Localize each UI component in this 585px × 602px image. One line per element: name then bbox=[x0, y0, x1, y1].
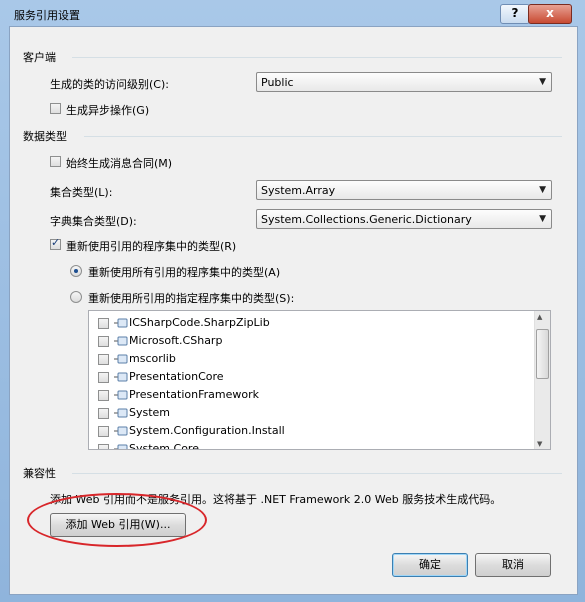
assembly-name: PresentationCore bbox=[129, 370, 224, 383]
list-item[interactable]: System.Configuration.Install bbox=[89, 423, 529, 441]
group-divider-client bbox=[72, 57, 562, 58]
assembly-icon bbox=[114, 408, 128, 418]
list-item[interactable]: System.Core bbox=[89, 441, 529, 450]
collection-type-value: System.Array bbox=[261, 184, 336, 197]
list-item[interactable]: ICSharpCode.SharpZipLib bbox=[89, 315, 529, 333]
ok-button[interactable]: 确定 bbox=[392, 553, 468, 577]
assembly-name: mscorlib bbox=[129, 352, 176, 365]
assembly-name: System bbox=[129, 406, 171, 419]
assembly-checkbox[interactable] bbox=[98, 318, 109, 329]
scroll-up-icon[interactable]: ▲ bbox=[537, 313, 542, 321]
title-bar[interactable]: 服务引用设置 ? x bbox=[0, 0, 585, 26]
chevron-down-icon: ▼ bbox=[539, 185, 546, 195]
access-level-value: Public bbox=[261, 76, 294, 89]
dialog-client-area: 客户端 生成的类的访问级别(C): Public ▼ 生成异步操作(G) 数据类… bbox=[9, 26, 578, 595]
dialog-window: 服务引用设置 ? x 客户端 生成的类的访问级别(C): Public ▼ 生成… bbox=[0, 0, 585, 602]
help-button[interactable]: ? bbox=[500, 4, 530, 24]
group-title-data-type: 数据类型 bbox=[23, 130, 67, 143]
chevron-down-icon: ▼ bbox=[539, 214, 546, 224]
assembly-icon bbox=[114, 372, 128, 382]
async-checkbox[interactable] bbox=[50, 103, 61, 114]
access-level-select[interactable]: Public ▼ bbox=[256, 72, 552, 92]
reuse-types-checkbox[interactable] bbox=[50, 236, 61, 250]
assembly-icon bbox=[114, 318, 128, 328]
assembly-icon bbox=[114, 444, 128, 449]
assembly-icon bbox=[114, 336, 128, 346]
list-item[interactable]: System bbox=[89, 405, 529, 423]
assembly-icon bbox=[114, 354, 128, 364]
assembly-checkbox[interactable] bbox=[98, 426, 109, 437]
list-item[interactable]: PresentationCore bbox=[89, 369, 529, 387]
window-title: 服务引用设置 bbox=[14, 9, 80, 22]
add-web-reference-button[interactable]: 添加 Web 引用(W)... bbox=[50, 513, 186, 537]
dictionary-type-label: 字典集合类型(D): bbox=[50, 215, 137, 228]
assembly-checkbox[interactable] bbox=[98, 390, 109, 401]
scroll-thumb[interactable] bbox=[536, 329, 549, 379]
dictionary-type-select[interactable]: System.Collections.Generic.Dictionary ▼ bbox=[256, 209, 552, 229]
assembly-checkbox[interactable] bbox=[98, 408, 109, 419]
list-item[interactable]: PresentationFramework bbox=[89, 387, 529, 405]
assembly-list-scrollbar[interactable]: ▲ ▼ bbox=[534, 311, 550, 449]
assembly-name: System.Core bbox=[129, 442, 199, 450]
list-item[interactable]: mscorlib bbox=[89, 351, 529, 369]
reuse-specified-radio[interactable] bbox=[70, 291, 82, 303]
collection-type-label: 集合类型(L): bbox=[50, 186, 113, 199]
assembly-checkbox[interactable] bbox=[98, 444, 109, 449]
assembly-name: System.Configuration.Install bbox=[129, 424, 285, 437]
assembly-icon bbox=[114, 390, 128, 400]
assembly-icon bbox=[114, 426, 128, 436]
assembly-list[interactable]: ICSharpCode.SharpZipLib Microsoft.CSharp… bbox=[88, 310, 551, 450]
reuse-all-radio[interactable] bbox=[70, 265, 82, 277]
assembly-name: PresentationFramework bbox=[129, 388, 259, 401]
access-level-label: 生成的类的访问级别(C): bbox=[50, 78, 169, 91]
async-label: 生成异步操作(G) bbox=[66, 104, 150, 117]
reuse-all-label: 重新使用所有引用的程序集中的类型(A) bbox=[88, 266, 281, 279]
compat-description: 添加 Web 引用而不是服务引用。这将基于 .NET Framework 2.0… bbox=[50, 493, 502, 506]
always-generate-label: 始终生成消息合同(M) bbox=[66, 157, 173, 170]
assembly-name: Microsoft.CSharp bbox=[129, 334, 223, 347]
group-divider-data-type bbox=[84, 136, 562, 137]
scroll-down-icon[interactable]: ▼ bbox=[537, 440, 542, 448]
reuse-specified-label: 重新使用所引用的指定程序集中的类型(S): bbox=[88, 292, 295, 305]
collection-type-select[interactable]: System.Array ▼ bbox=[256, 180, 552, 200]
reuse-types-label: 重新使用引用的程序集中的类型(R) bbox=[66, 240, 237, 253]
cancel-button[interactable]: 取消 bbox=[475, 553, 551, 577]
always-generate-checkbox[interactable] bbox=[50, 156, 61, 167]
assembly-name: ICSharpCode.SharpZipLib bbox=[129, 316, 270, 329]
group-title-client: 客户端 bbox=[23, 51, 56, 64]
dictionary-type-value: System.Collections.Generic.Dictionary bbox=[261, 213, 472, 226]
chevron-down-icon: ▼ bbox=[539, 77, 546, 87]
list-item[interactable]: Microsoft.CSharp bbox=[89, 333, 529, 351]
assembly-checkbox[interactable] bbox=[98, 354, 109, 365]
close-button[interactable]: x bbox=[528, 4, 572, 24]
group-divider-compat bbox=[72, 473, 562, 474]
assembly-checkbox[interactable] bbox=[98, 336, 109, 347]
group-title-compat: 兼容性 bbox=[23, 467, 56, 480]
assembly-checkbox[interactable] bbox=[98, 372, 109, 383]
